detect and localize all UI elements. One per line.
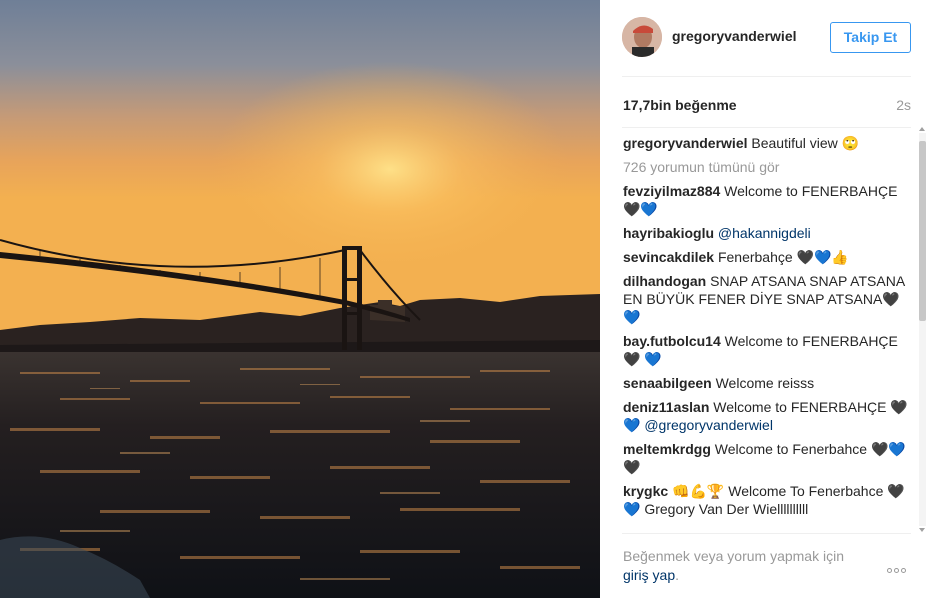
view-all-comments-link[interactable]: 726 yorumun tümünü gör [623, 158, 908, 176]
post-time[interactable]: 2s [896, 97, 911, 113]
comment-author[interactable]: bay.futbolcu14 [623, 333, 721, 349]
avatar[interactable] [622, 17, 662, 57]
post-header: gregoryvanderwiel Takip Et [600, 0, 927, 77]
footer-divider [622, 533, 911, 534]
comment-author[interactable]: krygkc [623, 483, 668, 499]
scroll-up-arrow-icon[interactable] [919, 127, 925, 131]
list-item: deniz11aslan Welcome to FENERBAHÇE 🖤💙 @g… [623, 398, 908, 434]
list-item: bay.futbolcu14 Welcome to FENERBAHÇE 🖤 💙 [623, 332, 908, 368]
login-prompt: Beğenmek veya yorum yapmak için giriş ya… [623, 547, 873, 585]
comment-author[interactable]: deniz11aslan [623, 399, 709, 415]
caption-text: Beautiful view 🙄 [747, 135, 860, 151]
list-item: sevincakdilek Fenerbahçe 🖤💙👍 [623, 248, 908, 266]
dot-icon [901, 568, 906, 573]
list-item: dilhandogan SNAP ATSANA SNAP ATSANA EN B… [623, 272, 908, 326]
dot-icon [894, 568, 899, 573]
comment-text: Fenerbahçe 🖤💙👍 [714, 249, 849, 265]
comment-author[interactable]: meltemkrdgg [623, 441, 711, 457]
more-options-icon[interactable] [887, 560, 911, 573]
comment-author[interactable]: dilhandogan [623, 273, 706, 289]
list-item: senaabilgeen Welcome reisss [623, 374, 908, 392]
comments-scrollbar[interactable] [916, 127, 927, 532]
comment-author[interactable]: fevziyilmaz884 [623, 183, 720, 199]
comment-author[interactable]: sevincakdilek [623, 249, 714, 265]
comment-author[interactable]: senaabilgeen [623, 375, 712, 391]
list-item: meltemkrdgg Welcome to Fenerbahce 🖤💙🖤 [623, 440, 908, 476]
likes-divider [622, 127, 911, 128]
dot-icon [887, 568, 892, 573]
login-link[interactable]: giriş yap [623, 567, 675, 583]
caption-author[interactable]: gregoryvanderwiel [623, 135, 748, 151]
list-item: hayribakioglu @hakannigdeli [623, 224, 908, 242]
list-item: krygkc 👊💪🏆 Welcome To Fenerbahce 🖤💙 Greg… [623, 482, 908, 518]
scroll-down-arrow-icon[interactable] [919, 528, 925, 532]
caption: gregoryvanderwiel Beautiful view 🙄 [623, 134, 908, 152]
login-prompt-text: Beğenmek veya yorum yapmak için [623, 548, 844, 564]
likes-count[interactable]: 17,7bin beğenme [623, 97, 737, 113]
login-suffix: . [675, 567, 680, 583]
header-divider [622, 76, 911, 77]
comments-list[interactable]: gregoryvanderwiel Beautiful view 🙄 726 y… [623, 134, 908, 532]
post-details-panel: gregoryvanderwiel Takip Et 17,7bin beğen… [600, 0, 927, 598]
comment-author[interactable]: hayribakioglu [623, 225, 714, 241]
comment-mention[interactable]: @hakannigdeli [718, 225, 811, 241]
scroll-thumb[interactable] [919, 141, 926, 321]
comment-text: Welcome reisss [711, 375, 815, 391]
likes-row: 17,7bin beğenme 2s [623, 97, 911, 117]
post-photo[interactable] [0, 0, 600, 598]
list-item: fevziyilmaz884 Welcome to FENERBAHÇE 🖤💙 [623, 182, 908, 218]
comment-mention[interactable]: @gregoryvanderwiel [644, 417, 773, 433]
follow-button[interactable]: Takip Et [830, 22, 911, 53]
post-author-username[interactable]: gregoryvanderwiel [672, 28, 797, 44]
